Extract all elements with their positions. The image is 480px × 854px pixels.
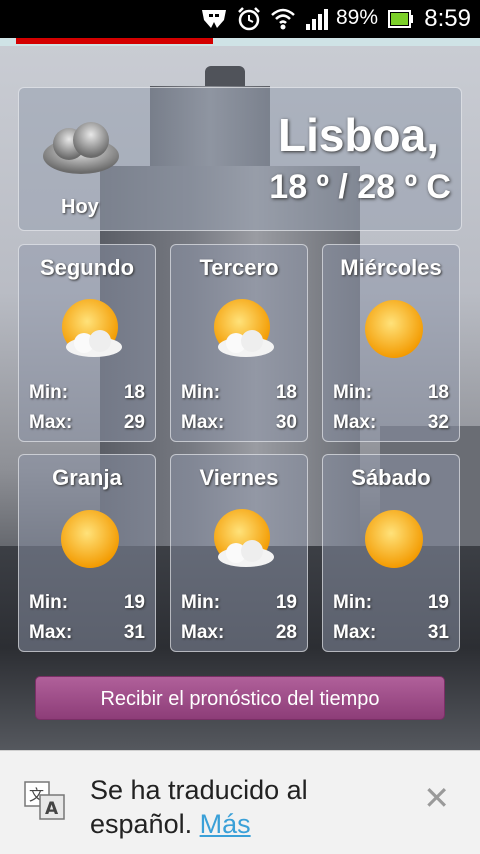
min-label: Min: (29, 592, 69, 613)
min-value: 18 (123, 382, 145, 403)
clock: 8:59 (424, 5, 471, 32)
translate-icon: 文 A (24, 781, 65, 820)
progress-fill (16, 38, 213, 44)
sun-cloud-icon (214, 509, 274, 567)
max-value: 31 (123, 622, 145, 643)
min-value: 19 (123, 592, 145, 613)
forecast-card: Granja Min: 19 Max: 31 (18, 454, 156, 652)
max-label: Max: (181, 622, 225, 643)
max-value: 30 (275, 412, 297, 433)
close-icon[interactable]: ✕ (423, 779, 450, 817)
min-value: 18 (427, 382, 449, 403)
translation-message: Se ha traducido al español. Más (90, 773, 390, 841)
forecast-card: Viernes Min: 19 Max: 28 (170, 454, 308, 652)
max-label: Max: (29, 622, 73, 643)
alarm-icon (238, 7, 260, 31)
max-value: 31 (427, 622, 449, 643)
day-name: Granja (52, 465, 122, 490)
max-label: Max: (333, 622, 377, 643)
more-link[interactable]: Más (200, 809, 251, 839)
min-value: 19 (275, 592, 297, 613)
max-label: Max: (29, 412, 73, 433)
day-name: Segundo (39, 255, 135, 280)
sun-cloud-icon (62, 299, 122, 357)
city-name: Lisboa, (277, 109, 439, 161)
day-name: Viernes (199, 465, 279, 490)
max-label: Max: (333, 412, 377, 433)
forecast-card: Sábado Min: 19 Max: 31 (322, 454, 460, 652)
sun-cloud-icon (214, 299, 274, 357)
translation-bar: 文 A Se ha traducido al español. Más ✕ (0, 750, 480, 854)
mask-icon (202, 10, 226, 28)
signal-icon (306, 9, 328, 30)
sun-icon (365, 300, 423, 358)
today-label: Hoy (61, 196, 99, 218)
day-name: Miércoles (340, 255, 442, 280)
current-weather-panel: Hoy Lisboa, 18 º / 28 º C (18, 87, 462, 231)
page-load-progress (0, 38, 480, 46)
forecast-card: Tercero Min: 18 Max: 30 (170, 244, 308, 442)
forecast-card: Segundo Min: 18 Max: 29 (18, 244, 156, 442)
battery-icon (388, 10, 413, 28)
day-name: Tercero (199, 255, 279, 280)
min-label: Min: (181, 382, 221, 403)
svg-text:A: A (45, 799, 59, 819)
max-value: 32 (427, 412, 449, 433)
max-value: 28 (275, 622, 297, 643)
min-value: 18 (275, 382, 297, 403)
min-value: 19 (427, 592, 449, 613)
min-label: Min: (181, 592, 221, 613)
temperature-range: 18 º / 28 º C (269, 168, 451, 206)
wifi-icon (271, 8, 295, 30)
get-forecast-button[interactable]: Recibir el pronóstico del tiempo (35, 676, 445, 720)
min-label: Min: (29, 382, 69, 403)
min-label: Min: (333, 382, 373, 403)
sun-icon (365, 510, 423, 568)
status-bar: 89% 8:59 (0, 0, 480, 38)
day-name: Sábado (351, 465, 431, 490)
max-label: Max: (181, 412, 225, 433)
cloud-icon (43, 122, 119, 174)
battery-percent: 89% (336, 6, 379, 29)
max-value: 29 (123, 412, 145, 433)
sun-icon (61, 510, 119, 568)
forecast-card: Miércoles Min: 18 Max: 32 (322, 244, 460, 442)
min-label: Min: (333, 592, 373, 613)
